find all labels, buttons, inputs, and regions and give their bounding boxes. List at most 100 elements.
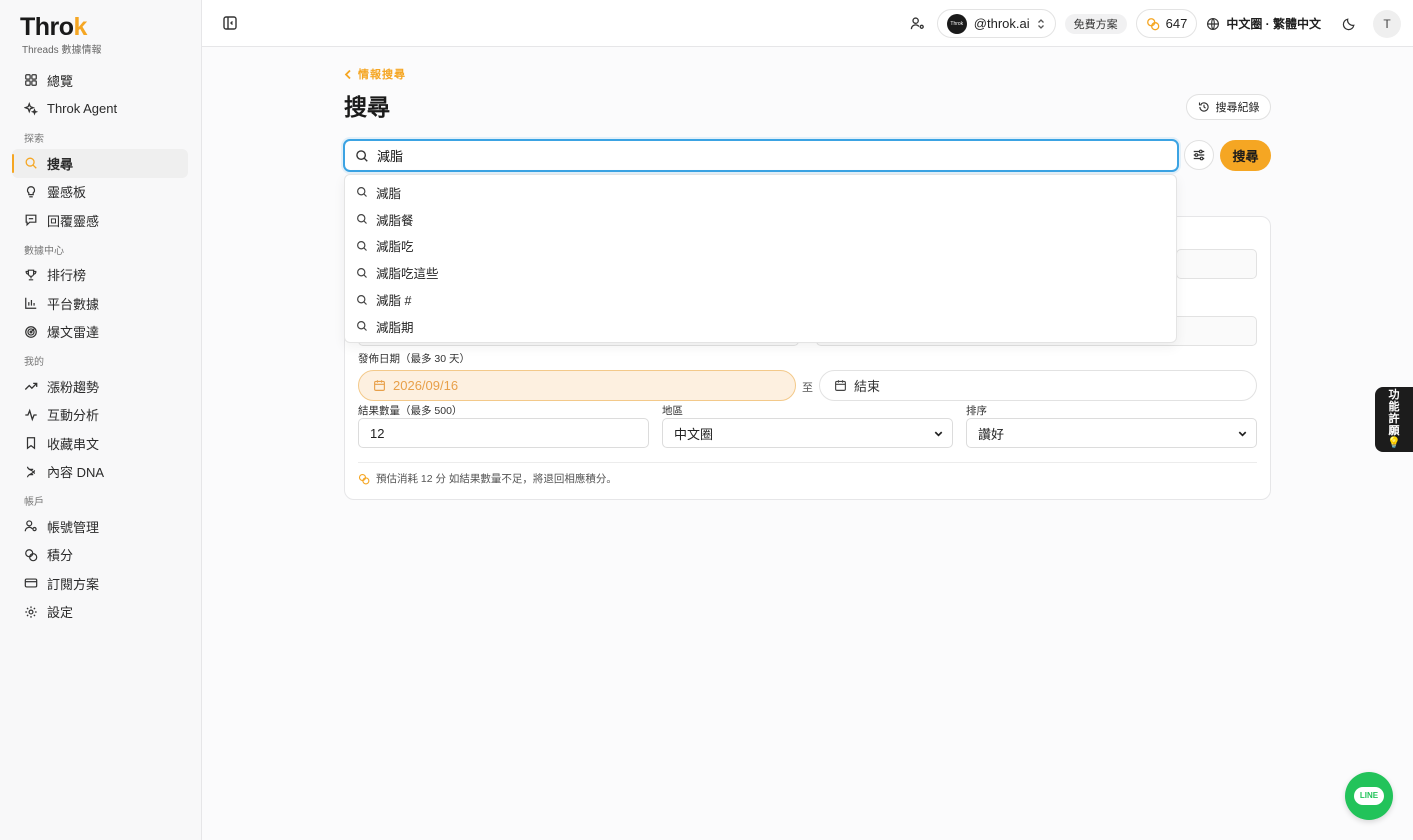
sidebar-item-settings[interactable]: 設定 <box>12 598 188 627</box>
sparkle-icon <box>24 101 38 116</box>
suggestion-text: 減脂 # <box>376 294 412 309</box>
sidebar-item-search[interactable]: 搜尋 <box>12 149 188 178</box>
search-icon <box>357 321 367 332</box>
sidebar-item-reply[interactable]: 回覆靈感 <box>12 206 188 235</box>
logo-subtitle: Threads 數據情報 <box>22 45 102 56</box>
reply-icon <box>25 214 37 227</box>
sidebar-item-label: 帳號管理 <box>47 519 100 535</box>
history-icon <box>1198 102 1209 112</box>
section-data: 數據中心 <box>24 245 64 257</box>
feature-request-char: 功 <box>1388 389 1400 401</box>
user-avatar[interactable]: T <box>1373 9 1401 38</box>
sidebar-item-viral-radar[interactable]: 爆文雷達 <box>12 318 188 347</box>
chevron-down-icon <box>1238 431 1247 437</box>
grid-icon <box>25 74 37 87</box>
bookmark-icon <box>26 437 36 450</box>
account-avatar: Throk <box>946 13 967 34</box>
sidebar-item-account-mgmt[interactable]: 帳號管理 <box>12 512 188 541</box>
trend-up-icon <box>24 382 38 391</box>
search-button[interactable]: 搜尋 <box>1220 140 1271 171</box>
user-cog-icon <box>24 520 37 532</box>
section-explore: 探索 <box>24 134 44 145</box>
date-to-label: 至 <box>802 382 813 394</box>
lightbulb-icon <box>26 185 36 198</box>
language-label: 中文圈 · 繁體中文 <box>1226 17 1321 31</box>
sidebar-item-platform-data[interactable]: 平台數據 <box>12 289 188 318</box>
region-select[interactable]: 中文圈 <box>662 418 953 448</box>
search-icon <box>357 241 367 251</box>
feature-request-char: 願 <box>1388 425 1400 437</box>
breadcrumb[interactable]: 情報搜尋 <box>344 66 406 82</box>
sidebar-item-label: 積分 <box>47 548 74 564</box>
filter-toggle-button[interactable] <box>1184 140 1214 170</box>
suggestion-item[interactable]: 減脂 # <box>345 286 1176 313</box>
plan-badge[interactable]: 免費方案 <box>1064 13 1127 34</box>
top-bar-actions: Throk @throk.ai 免費方案 647 中文圈 · 繁體中文 T <box>899 9 1401 38</box>
sort-select[interactable]: 讚好 <box>966 418 1257 448</box>
switch-user-icon[interactable] <box>908 14 928 34</box>
coins-icon <box>358 473 370 484</box>
sidebar-item-engagement[interactable]: 互動分析 <box>12 401 188 430</box>
line-chat-button[interactable]: LINE <box>1345 772 1393 820</box>
filter-field-hidden-1[interactable] <box>1176 249 1257 279</box>
count-value: 12 <box>370 425 385 441</box>
date-start-input[interactable]: 2026/09/16 <box>358 370 796 401</box>
coins-icon <box>1146 17 1159 30</box>
chevron-updown-icon <box>1037 18 1044 29</box>
credits-pill[interactable]: 647 <box>1135 9 1198 38</box>
breadcrumb-label: 情報搜尋 <box>358 69 406 81</box>
sidebar-item-credits[interactable]: 積分 <box>12 541 188 570</box>
sidebar-item-label: 爆文雷達 <box>47 325 100 341</box>
language-selector[interactable]: 中文圈 · 繁體中文 <box>1206 15 1321 32</box>
date-end-input[interactable]: 結束 <box>819 370 1257 401</box>
suggestion-text: 減脂 <box>376 186 402 201</box>
count-input[interactable]: 12 <box>358 418 649 448</box>
suggestion-dropdown: 減脂 減脂餐 減脂吃 減脂吃這些 減脂 # 減脂期 <box>344 174 1177 343</box>
section-mine: 我的 <box>24 357 44 368</box>
credit-card-icon <box>24 578 38 588</box>
sidebar-nav: 總覽 Throk Agent 探索 搜尋 靈感板 回覆靈感 數據中心 排行榜 平… <box>0 66 202 626</box>
suggestion-item[interactable]: 減脂期 <box>345 313 1176 340</box>
logo[interactable]: Throk Threads 數據情報 <box>20 14 101 56</box>
dark-mode-icon[interactable] <box>1339 14 1359 34</box>
sidebar-item-subscription[interactable]: 訂閱方案 <box>12 569 188 598</box>
sidebar-item-overview[interactable]: 總覽 <box>12 66 188 95</box>
date-end-placeholder: 結束 <box>854 379 881 394</box>
suggestion-item[interactable]: 減脂餐 <box>345 206 1176 233</box>
gear-icon <box>25 606 37 618</box>
region-value: 中文圈 <box>674 426 714 442</box>
search-input[interactable] <box>377 148 1177 163</box>
sidebar-item-label: 搜尋 <box>47 156 74 172</box>
search-box[interactable] <box>343 139 1179 172</box>
bar-chart-icon <box>25 298 37 310</box>
calendar-icon <box>835 380 846 391</box>
top-bar: Throk @throk.ai 免費方案 647 中文圈 · 繁體中文 T <box>202 0 1413 47</box>
sliders-icon <box>1193 149 1205 161</box>
region-label: 地區 <box>662 405 683 417</box>
sidebar-toggle-icon[interactable] <box>222 15 238 31</box>
sidebar-item-content-dna[interactable]: 內容 DNA <box>12 458 188 487</box>
sidebar-item-leaderboard[interactable]: 排行榜 <box>12 261 188 290</box>
chevron-down-icon <box>934 431 943 437</box>
search-history-label: 搜尋紀錄 <box>1215 102 1260 114</box>
sidebar-item-follower-trend[interactable]: 漲粉趨勢 <box>12 372 188 401</box>
suggestion-item[interactable]: 減脂 <box>345 179 1176 206</box>
account-switcher[interactable]: Throk @throk.ai <box>936 9 1056 38</box>
sidebar: Throk Threads 數據情報 總覽 Throk Agent 探索 搜尋 … <box>0 0 202 840</box>
suggestion-item[interactable]: 減脂吃 <box>345 233 1176 260</box>
coins-icon <box>25 548 38 562</box>
sidebar-item-label: 總覽 <box>47 73 74 89</box>
feature-request-char: 能 <box>1388 401 1400 413</box>
sidebar-item-label: 平台數據 <box>47 296 100 312</box>
sidebar-item-label: 訂閱方案 <box>47 576 100 592</box>
sidebar-item-agent[interactable]: Throk Agent <box>12 95 188 124</box>
sidebar-item-label: 靈感板 <box>47 185 87 201</box>
feature-request-tab[interactable]: 功 能 許 願 💡 <box>1375 387 1413 452</box>
sidebar-item-saved-threads[interactable]: 收藏串文 <box>12 429 188 458</box>
section-account: 帳戶 <box>24 497 44 508</box>
sidebar-item-inspiration[interactable]: 靈感板 <box>12 178 188 207</box>
trophy-icon <box>25 269 37 281</box>
search-history-button[interactable]: 搜尋紀錄 <box>1186 94 1271 120</box>
search-icon <box>357 267 367 278</box>
suggestion-item[interactable]: 減脂吃這些 <box>345 259 1176 286</box>
